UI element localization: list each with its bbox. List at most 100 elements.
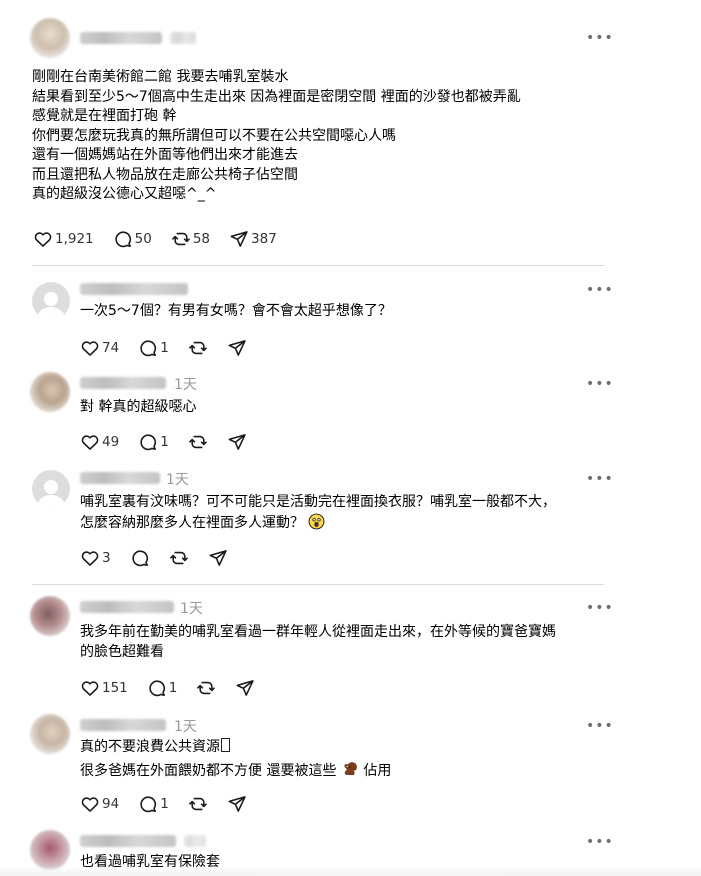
repost-count: 58 bbox=[192, 231, 211, 247]
commenter-name-blurred[interactable] bbox=[80, 472, 160, 484]
repost-icon bbox=[196, 678, 216, 698]
avatar[interactable] bbox=[30, 596, 70, 636]
share-button[interactable] bbox=[227, 794, 247, 814]
share-button[interactable] bbox=[208, 548, 228, 568]
reply-button[interactable]: 1 bbox=[147, 678, 178, 698]
share-button[interactable]: 387 bbox=[229, 229, 277, 249]
window-bottom-edge bbox=[0, 866, 701, 876]
repost-icon bbox=[188, 338, 208, 358]
post-actions: 1,921 50 58 387 bbox=[33, 229, 296, 249]
comment-text: 對 幹真的超級噁心 bbox=[80, 399, 197, 415]
comment-text: 一次5～7個？有男有女嗎？會不會太超乎想像了？ bbox=[80, 303, 392, 319]
more-options-button[interactable]: ••• bbox=[586, 835, 614, 849]
like-button[interactable]: 151 bbox=[80, 678, 128, 698]
commenter-name-blurred[interactable] bbox=[80, 283, 188, 295]
repost-icon bbox=[169, 548, 189, 568]
like-count: 74 bbox=[102, 340, 120, 356]
share-icon bbox=[227, 794, 247, 814]
tofu-box-glyph bbox=[221, 738, 230, 752]
heart-icon bbox=[80, 338, 100, 358]
reply-count: 1 bbox=[168, 680, 178, 696]
more-options-button[interactable]: ••• bbox=[586, 377, 614, 391]
commenter-name-blurred[interactable] bbox=[80, 719, 166, 731]
repost-button[interactable] bbox=[188, 338, 208, 358]
commenter-name-blurred[interactable] bbox=[80, 835, 176, 847]
avatar[interactable] bbox=[32, 470, 70, 508]
avatar[interactable] bbox=[30, 372, 70, 412]
like-count: 94 bbox=[102, 796, 120, 812]
comment-icon bbox=[138, 432, 158, 452]
comment-actions: 3 bbox=[80, 548, 247, 568]
comment-actions: 49 1 bbox=[80, 432, 266, 452]
share-icon bbox=[227, 338, 247, 358]
repost-button[interactable] bbox=[188, 794, 208, 814]
comment-icon bbox=[147, 678, 167, 698]
like-count: 1,921 bbox=[55, 231, 94, 247]
share-icon bbox=[208, 548, 228, 568]
comment-icon bbox=[138, 794, 158, 814]
avatar[interactable] bbox=[30, 714, 70, 754]
reply-count: 1 bbox=[160, 796, 169, 812]
squirrel-emoji bbox=[344, 762, 357, 775]
comment-text: 真的不要浪費公共資源 bbox=[80, 739, 220, 755]
reply-button[interactable]: 50 bbox=[113, 229, 152, 249]
comment-text: 我多年前在勤美的哺乳室看過一群年輕人從裡面走出來，在外等候的寶爸寶媽 bbox=[80, 624, 556, 640]
post-line: 你們要怎麼玩我真的無所謂但可以不要在公共空間噁心人嗎 bbox=[32, 127, 396, 144]
timestamp: 1天 bbox=[174, 377, 197, 393]
heart-icon bbox=[80, 678, 100, 698]
more-options-button[interactable]: ••• bbox=[586, 472, 614, 486]
repost-button[interactable]: 58 bbox=[171, 229, 210, 249]
post-line: 真的超級沒公德心又超噁^_^ bbox=[32, 186, 217, 202]
avatar[interactable] bbox=[32, 282, 70, 320]
more-options-button[interactable]: ••• bbox=[586, 283, 614, 297]
like-button[interactable]: 1,921 bbox=[33, 229, 94, 249]
comment-text: 佔用 bbox=[363, 763, 392, 779]
reply-count: 1 bbox=[160, 340, 169, 356]
repost-icon bbox=[188, 432, 208, 452]
share-button[interactable] bbox=[235, 678, 255, 698]
repost-button[interactable] bbox=[169, 548, 189, 568]
repost-button[interactable] bbox=[196, 678, 216, 698]
more-options-button[interactable]: ••• bbox=[586, 719, 614, 733]
comment-text-line1: 真的不要浪費公共資源 bbox=[80, 738, 230, 758]
reply-count: 50 bbox=[134, 231, 152, 247]
avatar[interactable] bbox=[30, 830, 70, 870]
like-button[interactable]: 94 bbox=[80, 794, 119, 814]
post-line: 而且還把私人物品放在走廊公共椅子佔空間 bbox=[32, 166, 298, 183]
like-button[interactable]: 3 bbox=[80, 548, 111, 568]
heart-icon bbox=[33, 229, 53, 249]
heart-icon bbox=[80, 432, 100, 452]
comment-icon bbox=[130, 548, 150, 568]
author-name-blurred[interactable] bbox=[80, 32, 162, 44]
share-button[interactable] bbox=[227, 432, 247, 452]
reply-button[interactable]: 1 bbox=[138, 432, 169, 452]
more-options-button[interactable]: ••• bbox=[586, 601, 614, 615]
comment-text-line2: 很多爸媽在外面餵奶都不方便 還要被這些 佔用 bbox=[80, 760, 391, 782]
comment-icon bbox=[113, 229, 133, 249]
comment-text: 怎麼容納那麼多人在裡面多人運動？ bbox=[80, 515, 304, 531]
post-line: 還有一個媽媽站在外面等他們出來才能進去 bbox=[32, 147, 298, 163]
reply-button[interactable]: 1 bbox=[138, 338, 169, 358]
like-count: 151 bbox=[102, 680, 128, 696]
repost-icon bbox=[171, 229, 191, 249]
timestamp: 1天 bbox=[174, 719, 197, 735]
comment-icon bbox=[138, 338, 158, 358]
reply-count: 1 bbox=[160, 434, 169, 450]
repost-icon bbox=[188, 794, 208, 814]
heart-icon bbox=[80, 548, 100, 568]
commenter-name-blurred[interactable] bbox=[80, 377, 166, 389]
reply-button[interactable]: 1 bbox=[138, 794, 169, 814]
reply-button[interactable] bbox=[130, 548, 150, 568]
share-button[interactable] bbox=[227, 338, 247, 358]
author-avatar[interactable] bbox=[30, 18, 70, 58]
more-options-button[interactable]: ••• bbox=[586, 31, 614, 45]
repost-button[interactable] bbox=[188, 432, 208, 452]
like-button[interactable]: 49 bbox=[80, 432, 119, 452]
comment-text: 很多爸媽在外面餵奶都不方便 還要被這些 bbox=[80, 763, 337, 779]
timestamp: 1天 bbox=[166, 472, 189, 488]
share-icon bbox=[229, 229, 249, 249]
comment-text: 的臉色超難看 bbox=[80, 644, 164, 660]
shocked-face-emoji bbox=[309, 513, 325, 530]
commenter-name-blurred[interactable] bbox=[80, 601, 174, 613]
like-button[interactable]: 74 bbox=[80, 338, 119, 358]
